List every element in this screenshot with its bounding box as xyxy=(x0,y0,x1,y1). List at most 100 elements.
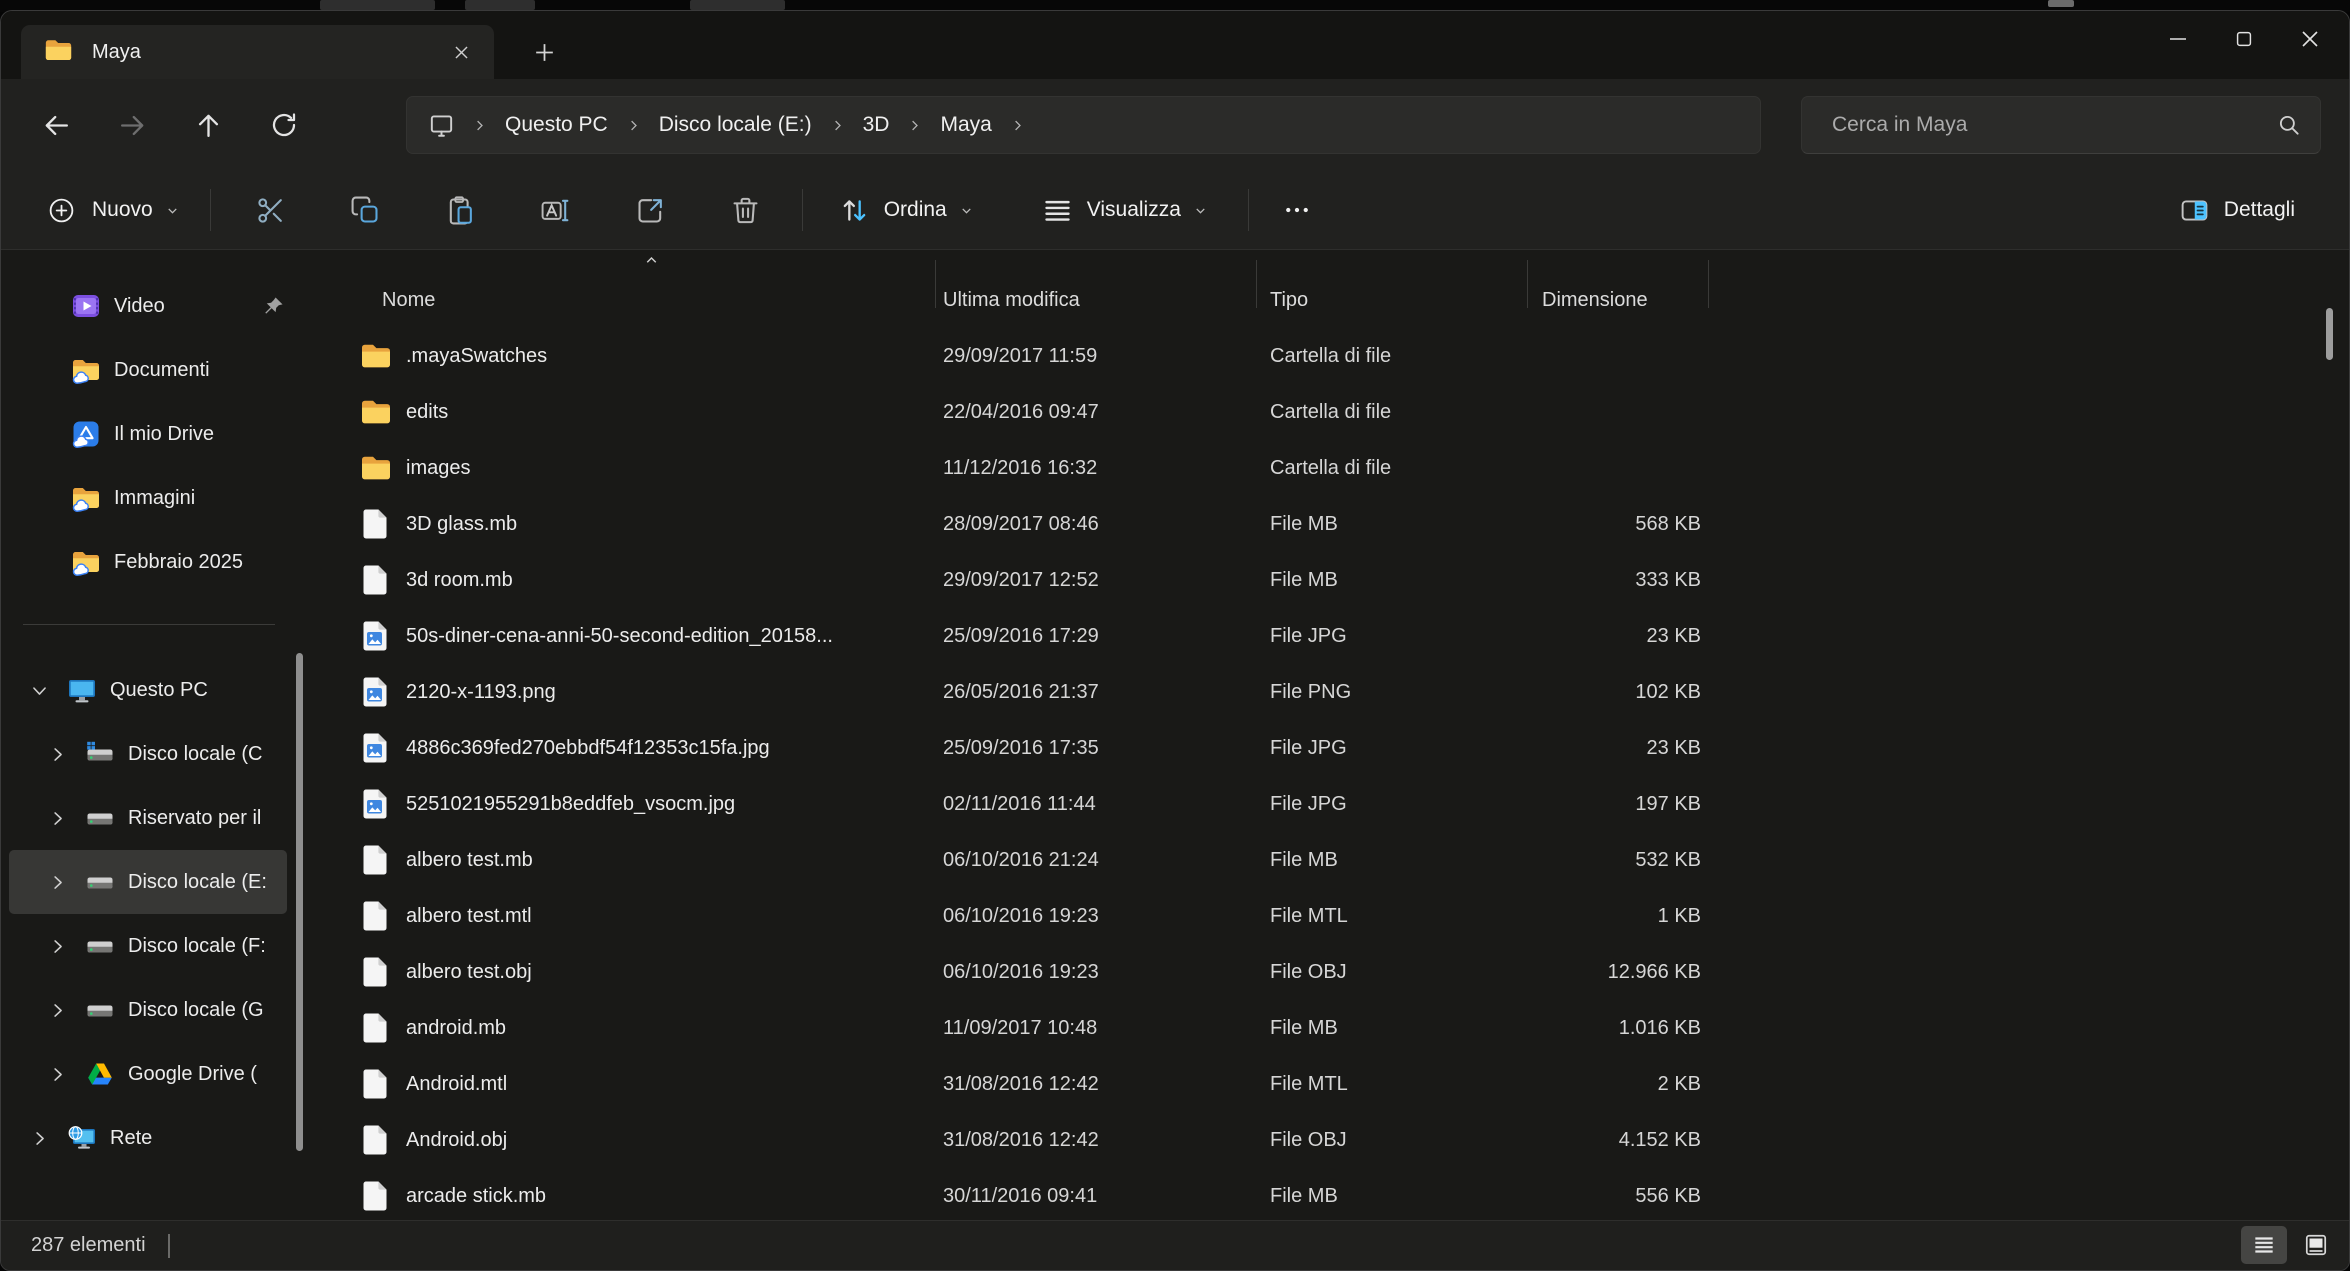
sidebar-item[interactable]: Video xyxy=(9,274,287,338)
file-modified: 25/09/2016 17:35 xyxy=(935,737,1256,760)
breadcrumb-item-maya[interactable]: Maya xyxy=(932,109,999,141)
chevron-right-icon[interactable] xyxy=(27,1129,51,1148)
cut-button[interactable] xyxy=(239,182,303,238)
file-type: File MB xyxy=(1256,513,1527,536)
file-type: File OBJ xyxy=(1256,961,1527,984)
file-list-scrollbar[interactable] xyxy=(2326,308,2333,360)
forward-button[interactable] xyxy=(103,97,161,153)
table-row[interactable]: android.mb 11/09/2017 10:48 File MB 1.01… xyxy=(331,1000,2349,1056)
file-explorer-window: Maya xyxy=(0,10,2350,1271)
back-button[interactable] xyxy=(27,97,85,153)
new-tab-button[interactable] xyxy=(521,29,567,75)
folder-cloud-icon xyxy=(71,355,101,385)
column-divider[interactable] xyxy=(1256,260,1257,308)
copy-button[interactable] xyxy=(334,182,398,238)
sidebar-item-label: Google Drive ( xyxy=(128,1063,287,1086)
sidebar-tree-item[interactable]: Google Drive ( xyxy=(9,1042,287,1106)
navigation-bar: Questo PC Disco locale (E:) 3D Maya xyxy=(1,79,2349,171)
chevron-right-icon[interactable] xyxy=(45,937,69,956)
table-row[interactable]: albero test.mb 06/10/2016 21:24 File MB … xyxy=(331,832,2349,888)
sidebar-tree-item[interactable]: Questo PC xyxy=(9,658,287,722)
details-pane-button[interactable]: Dettagli xyxy=(2167,182,2307,238)
this-pc-icon[interactable] xyxy=(427,111,456,140)
details-view-icon xyxy=(2251,1232,2277,1258)
doc-icon xyxy=(359,1067,393,1101)
file-name: albero test.mb xyxy=(406,849,533,872)
sidebar-tree-item[interactable]: Disco locale (F: xyxy=(9,914,287,978)
sidebar-tree-item[interactable]: Disco locale (E: xyxy=(9,850,287,914)
breadcrumb-item-questo-pc[interactable]: Questo PC xyxy=(497,109,616,141)
column-header-ultima-modifica[interactable]: Ultima modifica xyxy=(935,289,1256,312)
table-row[interactable]: 2120-x-1193.png 26/05/2016 21:37 File PN… xyxy=(331,664,2349,720)
sidebar-item[interactable]: Immagini xyxy=(9,466,287,530)
table-row[interactable]: albero test.mtl 06/10/2016 19:23 File MT… xyxy=(331,888,2349,944)
sidebar-item[interactable]: Il mio Drive xyxy=(9,402,287,466)
search-box[interactable] xyxy=(1801,96,2321,154)
thumbnail-view-button[interactable] xyxy=(2293,1226,2339,1264)
refresh-button[interactable] xyxy=(255,97,313,153)
chevron-right-icon[interactable] xyxy=(45,1065,69,1084)
table-row[interactable]: albero test.obj 06/10/2016 19:23 File OB… xyxy=(331,944,2349,1000)
column-header-nome[interactable]: Nome xyxy=(331,289,935,312)
table-row[interactable]: .mayaSwatches 29/09/2017 11:59 Cartella … xyxy=(331,328,2349,384)
sidebar-scrollbar[interactable] xyxy=(296,653,303,1151)
table-row[interactable]: Android.mtl 31/08/2016 12:42 File MTL 2 … xyxy=(331,1056,2349,1112)
table-row[interactable]: 4886c369fed270ebbdf54f12353c15fa.jpg 25/… xyxy=(331,720,2349,776)
sidebar-item[interactable]: Febbraio 2025 xyxy=(9,530,287,594)
close-button[interactable] xyxy=(2277,13,2343,65)
table-row[interactable]: arcade stick.mb 30/11/2016 09:41 File MB… xyxy=(331,1168,2349,1220)
sort-button[interactable]: Ordina xyxy=(825,182,988,238)
column-header-dimensione[interactable]: Dimensione xyxy=(1527,289,1708,312)
chevron-down-icon[interactable] xyxy=(27,681,51,700)
view-list-icon xyxy=(1042,195,1073,226)
chevron-right-icon[interactable] xyxy=(45,1001,69,1020)
doc-icon xyxy=(359,899,393,933)
sidebar-tree-item[interactable]: Disco locale (G xyxy=(9,978,287,1042)
sidebar-tree-item[interactable]: Disco locale (C xyxy=(9,722,287,786)
paste-button[interactable] xyxy=(429,182,493,238)
minimize-button[interactable] xyxy=(2145,13,2211,65)
delete-button[interactable] xyxy=(714,182,778,238)
up-button[interactable] xyxy=(179,97,237,153)
table-row[interactable]: 5251021955291b8eddfeb_vsocm.jpg 02/11/20… xyxy=(331,776,2349,832)
chevron-right-icon[interactable] xyxy=(45,873,69,892)
tab-close-icon[interactable] xyxy=(442,33,480,71)
file-modified: 29/09/2017 11:59 xyxy=(935,345,1256,368)
details-view-button[interactable] xyxy=(2241,1226,2287,1264)
sort-ascending-icon xyxy=(643,252,660,269)
search-input[interactable] xyxy=(1830,112,2276,138)
table-row[interactable]: Android.obj 31/08/2016 12:42 File OBJ 4.… xyxy=(331,1112,2349,1168)
column-header-tipo[interactable]: Tipo xyxy=(1256,289,1527,312)
column-divider[interactable] xyxy=(935,260,936,308)
explorer-tab[interactable]: Maya xyxy=(21,25,494,79)
table-row[interactable]: 3d room.mb 29/09/2017 12:52 File MB 333 … xyxy=(331,552,2349,608)
titlebar[interactable]: Maya xyxy=(1,11,2349,79)
share-button[interactable] xyxy=(619,182,683,238)
breadcrumb-item-disco-locale-e[interactable]: Disco locale (E:) xyxy=(651,109,820,141)
sidebar-tree-item[interactable]: Rete xyxy=(9,1106,287,1170)
status-bar: 287 elementi xyxy=(1,1220,2349,1270)
file-name: 3D glass.mb xyxy=(406,513,517,536)
sidebar-item[interactable]: Documenti xyxy=(9,338,287,402)
more-options-button[interactable] xyxy=(1265,182,1329,238)
column-divider[interactable] xyxy=(1708,260,1709,308)
chevron-right-icon[interactable] xyxy=(45,745,69,764)
maximize-button[interactable] xyxy=(2211,13,2277,65)
rename-button[interactable] xyxy=(524,182,588,238)
table-row[interactable]: images 11/12/2016 16:32 Cartella di file xyxy=(331,440,2349,496)
file-size: 2 KB xyxy=(1527,1073,1708,1096)
table-row[interactable]: edits 22/04/2016 09:47 Cartella di file xyxy=(331,384,2349,440)
background-app-fragment xyxy=(465,0,535,10)
table-row[interactable]: 50s-diner-cena-anni-50-second-edition_20… xyxy=(331,608,2349,664)
file-name: .mayaSwatches xyxy=(406,345,547,368)
search-icon[interactable] xyxy=(2276,112,2302,138)
breadcrumb[interactable]: Questo PC Disco locale (E:) 3D Maya xyxy=(406,96,1761,154)
chevron-right-icon[interactable] xyxy=(45,809,69,828)
sidebar-tree-item[interactable]: Riservato per il xyxy=(9,786,287,850)
view-button[interactable]: Visualizza xyxy=(1028,182,1222,238)
navigation-buttons xyxy=(1,97,331,153)
column-divider[interactable] xyxy=(1527,260,1528,308)
new-button[interactable]: Nuovo xyxy=(31,182,196,238)
table-row[interactable]: 3D glass.mb 28/09/2017 08:46 File MB 568… xyxy=(331,496,2349,552)
breadcrumb-item-3d[interactable]: 3D xyxy=(855,109,898,141)
